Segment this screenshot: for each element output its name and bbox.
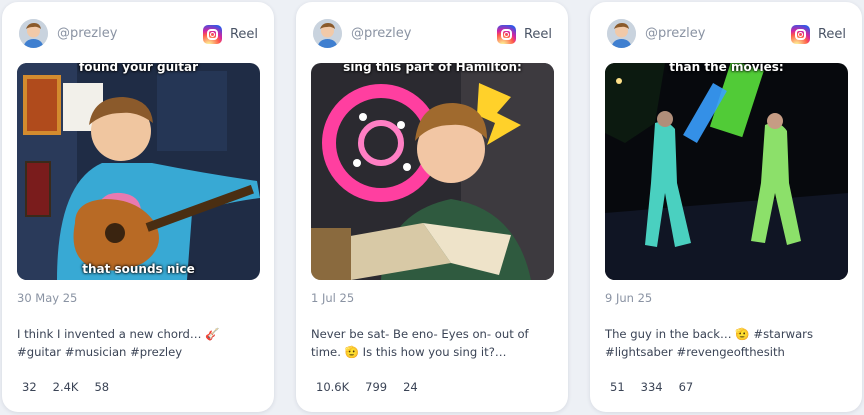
post-caption: Never be sat- Be eno- Eyes on- out of ti… bbox=[311, 327, 529, 359]
post-stats: 32 2.4K 58 bbox=[22, 380, 125, 394]
post-type-label: Reel bbox=[229, 26, 258, 42]
post-thumbnail[interactable]: found your guitar that sounds nice bbox=[17, 63, 260, 280]
likes-count: 10.6K bbox=[316, 380, 350, 394]
platform-badge: Reel bbox=[496, 23, 552, 45]
post-date: 1 Jul 25 bbox=[311, 291, 355, 305]
post-type-label: Reel bbox=[523, 26, 552, 42]
likes-count: 32 bbox=[22, 380, 37, 394]
avatar[interactable] bbox=[19, 19, 48, 48]
account-handle[interactable]: @prezley bbox=[645, 26, 705, 41]
views-count: 334 bbox=[640, 380, 663, 394]
avatar[interactable] bbox=[607, 19, 636, 48]
video-overlay-text-top: sing this part of Hamilton: bbox=[343, 63, 522, 74]
post-type-label: Reel bbox=[817, 26, 846, 42]
account-handle[interactable]: @prezley bbox=[57, 26, 117, 41]
post-card[interactable]: @prezley Reel sing this part of Hamilton… bbox=[296, 2, 568, 412]
video-overlay-text-top: than the movies: bbox=[669, 63, 784, 74]
post-caption: The guy in the back… 🫡 #starwars #lights… bbox=[605, 327, 813, 359]
post-thumbnail[interactable]: than the movies: bbox=[605, 63, 848, 280]
comments-count: 24 bbox=[403, 380, 418, 394]
post-card[interactable]: @prezley Reel than the movies: 9 Jun 25 … bbox=[590, 2, 862, 412]
views-count: 2.4K bbox=[52, 380, 79, 394]
likes-count: 51 bbox=[610, 380, 625, 394]
comments-count: 58 bbox=[94, 380, 110, 394]
video-overlay-text-bottom: that sounds nice bbox=[82, 262, 195, 276]
post-header: @prezley Reel bbox=[19, 19, 258, 49]
instagram-icon bbox=[790, 24, 810, 44]
avatar[interactable] bbox=[313, 19, 342, 48]
post-caption: I think I invented a new chord… 🎸 #guita… bbox=[17, 327, 220, 359]
post-header: @prezley Reel bbox=[607, 19, 846, 49]
account-handle[interactable]: @prezley bbox=[351, 26, 411, 41]
post-stats: 51 334 67 bbox=[610, 380, 709, 394]
post-card[interactable]: @prezley Reel found your guitar that sou… bbox=[2, 2, 274, 412]
views-count: 799 bbox=[365, 380, 388, 394]
instagram-icon bbox=[202, 24, 222, 44]
post-date: 9 Jun 25 bbox=[605, 291, 653, 305]
platform-badge: Reel bbox=[790, 23, 846, 45]
comments-count: 67 bbox=[678, 380, 694, 394]
video-overlay-text-top: found your guitar bbox=[78, 63, 199, 74]
post-header: @prezley Reel bbox=[313, 19, 552, 49]
post-stats: 10.6K 799 24 bbox=[316, 380, 434, 394]
instagram-icon bbox=[496, 24, 516, 44]
post-thumbnail[interactable]: sing this part of Hamilton: bbox=[311, 63, 554, 280]
post-date: 30 May 25 bbox=[17, 291, 78, 305]
platform-badge: Reel bbox=[202, 23, 258, 45]
